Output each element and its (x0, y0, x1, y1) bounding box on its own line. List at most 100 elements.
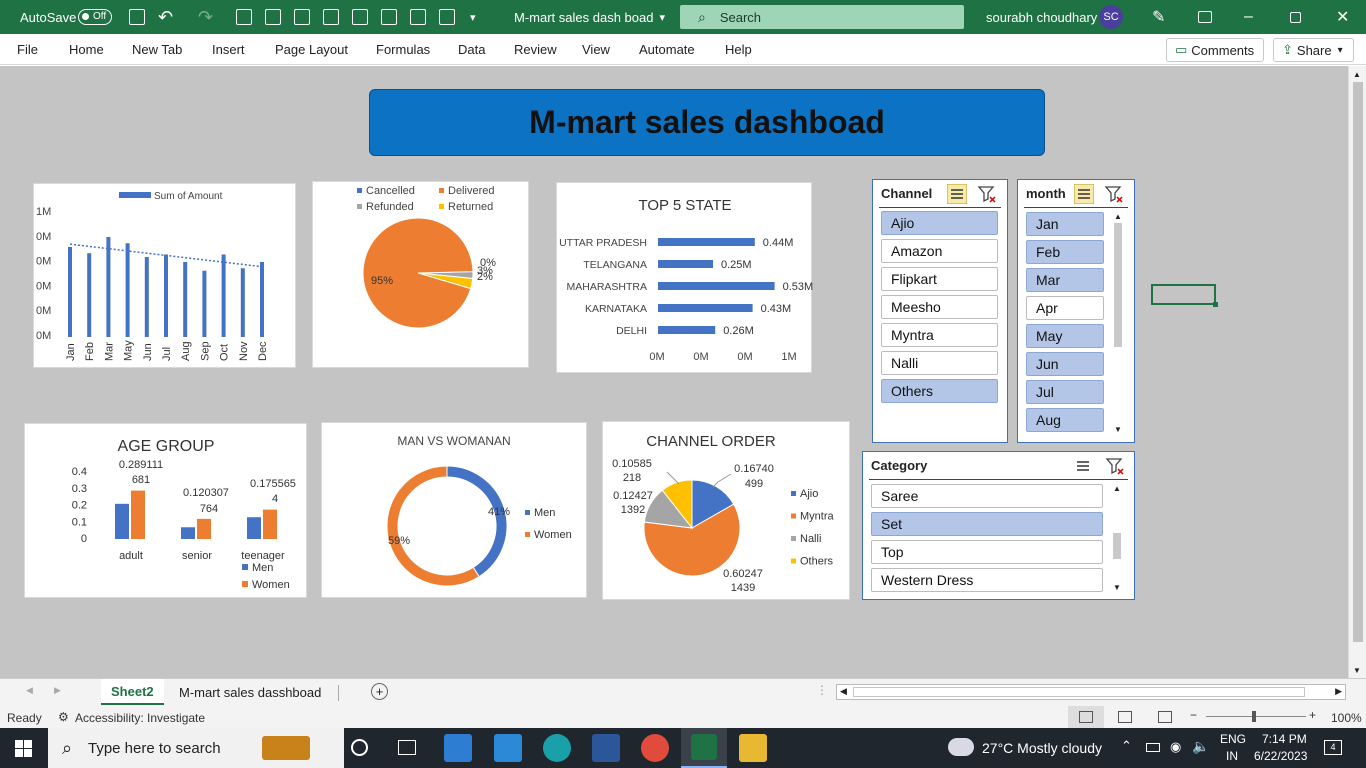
slicer-scrollbar[interactable]: ▲ ▼ (1112, 212, 1124, 434)
redo-icon[interactable]: ↷ (198, 0, 213, 34)
normal-view-button[interactable] (1068, 706, 1104, 728)
slicer-item-top[interactable]: Top (871, 540, 1103, 564)
zoom-level[interactable]: 100% (1331, 711, 1362, 725)
menu-insert[interactable]: Insert (212, 42, 245, 57)
slicer-item-mar[interactable]: Mar (1026, 268, 1104, 292)
gender-chart[interactable]: MAN VS WOMANAN 41% 59% Men Women (321, 422, 587, 598)
accessibility-icon[interactable]: ⚙ (58, 710, 69, 724)
ribbon-display-icon[interactable] (1198, 11, 1212, 23)
clear-filter-icon[interactable] (1104, 184, 1124, 204)
slicer-item-others[interactable]: Others (881, 379, 998, 403)
scroll-up-icon[interactable]: ▲ (1353, 70, 1361, 79)
qat-icon-2[interactable] (265, 9, 281, 25)
qat-icon-3[interactable] (294, 9, 310, 25)
slicer-item-western-dress[interactable]: Western Dress (871, 568, 1103, 592)
tab-scroll-left-icon[interactable]: ◀ (26, 685, 33, 696)
scrollbar-thumb[interactable] (1113, 533, 1121, 559)
slicer-item-jun[interactable]: Jun (1026, 352, 1104, 376)
scroll-down-icon[interactable]: ▼ (1353, 666, 1361, 675)
slicer-item-flipkart[interactable]: Flipkart (881, 267, 998, 291)
excel-taskbar-button[interactable] (681, 728, 727, 768)
mail-icon[interactable] (494, 734, 522, 762)
age-group-chart[interactable]: AGE GROUP 0.4 0.3 0.2 0.1 0 adult 0.289111 681… (24, 423, 307, 598)
multi-select-icon[interactable] (1074, 184, 1094, 204)
file-explorer-icon[interactable] (739, 734, 767, 762)
chevron-up-icon[interactable]: ⌃ (1121, 738, 1132, 754)
slicer-item-may[interactable]: May (1026, 324, 1104, 348)
weather-icon[interactable] (948, 738, 974, 756)
slicer-item-jan[interactable]: Jan (1026, 212, 1104, 236)
menu-data[interactable]: Data (458, 42, 485, 57)
zoom-in-icon[interactable]: + (1309, 708, 1316, 722)
slicer-scrollbar[interactable]: ▲ ▼ (1111, 484, 1123, 592)
save-icon[interactable] (129, 9, 145, 25)
menu-view[interactable]: View (582, 42, 610, 57)
spelling-icon[interactable] (381, 9, 397, 25)
horizontal-scrollbar[interactable]: ◀ ▶ (836, 684, 1346, 700)
qat-icon-5[interactable] (352, 9, 368, 25)
qat-icon-4[interactable] (323, 9, 339, 25)
scrollbar-thumb[interactable] (1114, 223, 1122, 347)
scroll-up-icon[interactable]: ▲ (1111, 484, 1123, 493)
scroll-down-icon[interactable]: ▼ (1111, 583, 1123, 592)
slicer-item-ajio[interactable]: Ajio (881, 211, 998, 235)
scroll-right-icon[interactable]: ▶ (1335, 686, 1342, 697)
multi-select-icon[interactable] (947, 184, 967, 204)
tab-sheet2[interactable]: Sheet2 (101, 679, 164, 705)
battery-icon[interactable] (1146, 743, 1160, 752)
menu-automate[interactable]: Automate (639, 42, 695, 57)
menu-formulas[interactable]: Formulas (376, 42, 430, 57)
clock-time[interactable]: 7:14 PM (1262, 732, 1307, 746)
scroll-down-icon[interactable]: ▼ (1112, 425, 1124, 434)
menu-new-tab[interactable]: New Tab (132, 42, 182, 57)
minimize-icon[interactable]: – (1244, 0, 1253, 34)
store-icon[interactable] (444, 734, 472, 762)
slicer-item-saree[interactable]: Saree (871, 484, 1103, 508)
tab-scroll-right-icon[interactable]: ▶ (54, 685, 61, 696)
monthly-sales-chart[interactable]: Sum of Amount 1M 0M 0M 0M 0M 0M Jan Feb Mar May J… (33, 183, 296, 368)
channel-order-chart[interactable]: CHANNEL ORDER 0.16740 499 0.60247 1439 0.124… (602, 421, 850, 600)
selected-cell[interactable] (1151, 284, 1218, 307)
slicer-item-feb[interactable]: Feb (1026, 240, 1104, 264)
comments-button[interactable]: ▭ Comments (1166, 38, 1264, 62)
slicer-item-nalli[interactable]: Nalli (881, 351, 998, 375)
document-title[interactable]: M-mart sales dash boad ▾ (514, 0, 665, 34)
slicer-item-aug[interactable]: Aug (1026, 408, 1104, 432)
vertical-scrollbar[interactable]: ▲ ▼ (1348, 66, 1366, 678)
windows-start-icon[interactable] (15, 740, 32, 757)
search-box[interactable]: ⌕ Search (680, 5, 964, 29)
splitter-handle-icon[interactable]: ⋮ (816, 683, 828, 697)
slicer-item-set[interactable]: Set (871, 512, 1103, 536)
multi-select-icon[interactable] (1073, 456, 1093, 476)
accessibility-status[interactable]: Accessibility: Investigate (75, 711, 205, 725)
language-bottom[interactable]: IN (1226, 749, 1238, 763)
month-slicer[interactable]: month Jan Feb Mar Apr May Jun Jul Aug ▲ ▼ (1017, 179, 1135, 443)
slicer-item-amazon[interactable]: Amazon (881, 239, 998, 263)
language-top[interactable]: ENG (1220, 732, 1246, 746)
avatar[interactable]: SC (1099, 5, 1123, 29)
autosave-toggle[interactable]: Off (78, 9, 112, 25)
qat-icon-7[interactable] (439, 9, 455, 25)
menu-page-layout[interactable]: Page Layout (275, 42, 348, 57)
volume-icon[interactable]: 🔈 (1192, 738, 1209, 755)
clock-date[interactable]: 6/22/2023 (1254, 749, 1307, 763)
category-slicer[interactable]: Category Saree Set Top Western Dress ▲ ▼ (862, 451, 1135, 600)
zoom-out-icon[interactable]: − (1190, 708, 1197, 722)
slicer-item-myntra[interactable]: Myntra (881, 323, 998, 347)
dashboard-title[interactable]: M-mart sales dashboad (369, 89, 1045, 156)
undo-icon[interactable]: ↶ (158, 0, 173, 34)
edge-icon[interactable] (543, 734, 571, 762)
top-states-chart[interactable]: TOP 5 STATE UTTAR PRADESH 0.44M TELANGANA 0… (556, 182, 813, 373)
scroll-up-icon[interactable]: ▲ (1112, 212, 1124, 221)
order-status-chart[interactable]: Cancelled Delivered Refunded Returned 95% 0%… (312, 181, 529, 368)
tab-dashboard[interactable]: M-mart sales dasshboad (169, 679, 331, 705)
chrome-icon[interactable] (641, 734, 669, 762)
slicer-item-apr[interactable]: Apr (1026, 296, 1104, 320)
qat-dropdown-icon[interactable]: ▾ (470, 0, 476, 34)
network-icon[interactable]: ◉ (1170, 739, 1181, 755)
close-icon[interactable]: ✕ (1336, 0, 1349, 34)
menu-review[interactable]: Review (514, 42, 557, 57)
page-layout-view-icon[interactable] (1118, 711, 1132, 723)
zoom-slider[interactable] (1206, 716, 1306, 717)
restore-icon[interactable] (1290, 11, 1301, 23)
